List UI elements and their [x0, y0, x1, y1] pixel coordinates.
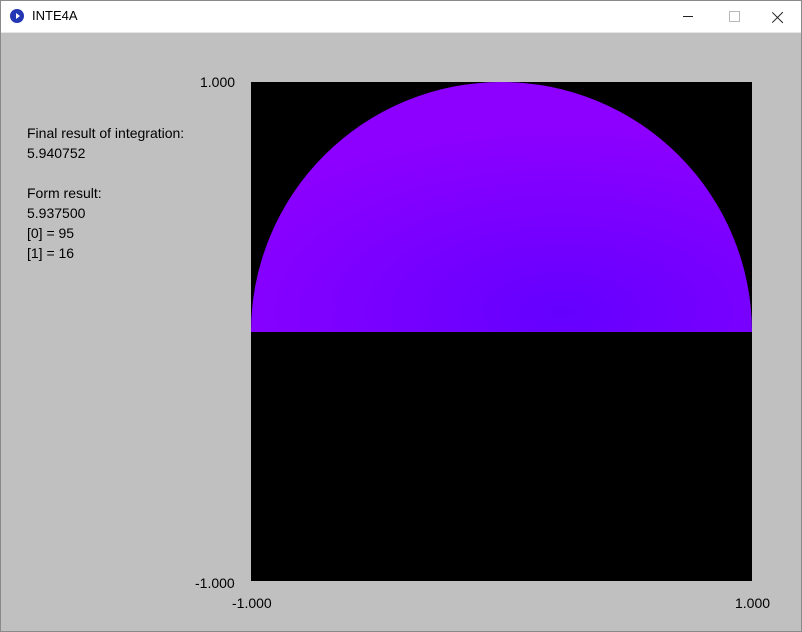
plot-canvas	[251, 82, 752, 581]
integration-label: Final result of integration:	[27, 125, 185, 141]
app-icon	[10, 9, 24, 23]
x-max-label: 1.000	[735, 595, 771, 611]
minimize-icon	[683, 16, 693, 17]
count-1: [1] = 16	[27, 245, 75, 261]
title-bar[interactable]: INTE4A	[1, 1, 801, 33]
window-title: INTE4A	[32, 8, 78, 23]
app-window: INTE4A Final result of integration: 5.94…	[0, 0, 802, 632]
form-label: Form result:	[27, 185, 102, 201]
minimize-button[interactable]	[665, 1, 711, 32]
x-min-label: -1.000	[232, 595, 272, 611]
results-panel: Final result of integration: 5.940752 Fo…	[27, 123, 184, 263]
integration-value: 5.940752	[27, 145, 86, 161]
maximize-icon	[728, 11, 740, 22]
y-max-label: 1.000	[200, 74, 236, 90]
maximize-button[interactable]	[711, 1, 757, 32]
close-button[interactable]	[755, 1, 801, 32]
form-value: 5.937500	[27, 205, 86, 221]
y-min-label: -1.000	[195, 575, 235, 591]
close-icon	[772, 11, 784, 23]
plot-area	[251, 82, 752, 581]
count-0: [0] = 95	[27, 225, 75, 241]
